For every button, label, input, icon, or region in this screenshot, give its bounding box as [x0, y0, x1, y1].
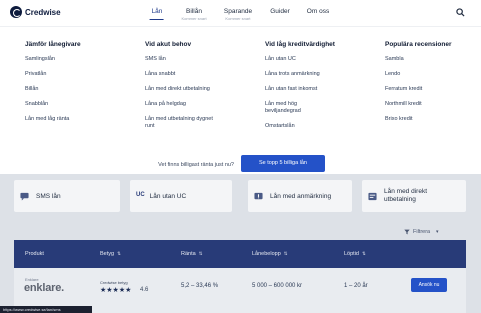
column-header-betyg[interactable]: Betyg ⇅	[100, 251, 121, 257]
rating-stars: ★★★★★	[100, 287, 132, 294]
card-lan-utan-uc[interactable]: UC Lån utan UC	[130, 180, 232, 212]
logo-mark-icon	[10, 6, 22, 18]
menu-link[interactable]: Låna på helgdag	[145, 101, 263, 108]
logo[interactable]: Credwise	[10, 6, 61, 18]
menu-link[interactable]: Sambla	[385, 56, 475, 63]
filter-icon	[404, 229, 410, 235]
chevron-down-icon[interactable]: ▾	[436, 229, 439, 235]
menu-link[interactable]: Privatlån	[25, 71, 143, 78]
column-header-lanebelopp[interactable]: Lånebelopp ⇅	[252, 251, 288, 257]
sort-icon: ⇅	[283, 251, 288, 256]
uc-icon: UC	[136, 191, 145, 198]
menu-link[interactable]: Samlingslån	[25, 56, 143, 63]
nav-item-billan-sub: Kommer snart	[181, 16, 207, 21]
status-bar-url: https://www.credwise.se/lan/sms	[0, 306, 92, 313]
alert-icon	[254, 192, 263, 199]
column-header-loptid[interactable]: Löptid ⇅	[344, 251, 366, 257]
nav-item-sparande[interactable]: Sparande Kommer snart	[224, 8, 252, 21]
menu-link[interactable]: Lån med utbetalning dygnet runt	[145, 116, 215, 130]
menu-column-recensioner: Populära recensioner Sambla Lendo Ferrat…	[385, 41, 475, 131]
nav-item-sparande-sub: Kommer snart	[225, 16, 251, 21]
interest-value: 5,2 – 33,46 %	[181, 283, 219, 289]
menu-link[interactable]: SMS lån	[145, 56, 263, 63]
card-lan-direkt-utbetalning[interactable]: Lån med direkt utbetalning	[362, 180, 466, 212]
payout-icon	[368, 192, 377, 200]
filter-label: Filtrera	[413, 229, 431, 235]
nav-item-om-oss[interactable]: Om oss	[307, 8, 329, 15]
menu-link[interactable]: Omstartslån	[265, 123, 383, 130]
menu-column-title: Populära recensioner	[385, 41, 452, 48]
menu-column-kredit: Vid låg kreditvärdighet Lån utan UC Låna…	[265, 41, 383, 138]
mega-menu: Jämför lånegivare Samlingslån Privatlån …	[0, 26, 481, 174]
card-lan-med-anmarkning[interactable]: Lån med anmärkning	[248, 180, 352, 212]
sort-icon: ⇅	[117, 251, 121, 256]
card-label: Lån med anmärkning	[270, 192, 332, 200]
filter-button[interactable]: Filtrera	[404, 229, 430, 235]
amount-value: 5 000 – 600 000 kr	[252, 283, 303, 289]
term-value: 1 – 20 år	[344, 283, 368, 289]
top5-button[interactable]: Se topp 5 billiga lån	[241, 155, 325, 172]
menu-link[interactable]: Lendo	[385, 71, 475, 78]
rating-value: 4.6	[140, 287, 149, 293]
menu-column-akut: Vid akut behov SMS lån Låna snabbt Lån m…	[145, 41, 263, 138]
sort-icon: ⇅	[198, 251, 203, 256]
menu-column-title: Vid låg kreditvärdighet	[265, 41, 335, 48]
column-header-produkt: Produkt	[25, 251, 44, 257]
menu-link[interactable]: Northmill kredit	[385, 101, 475, 108]
menu-link[interactable]: Lån med låg ränta	[25, 116, 143, 123]
menu-link[interactable]: Låna trots anmärkning	[265, 71, 383, 78]
table-header: Produkt Betyg ⇅ Ränta ⇅ Lånebelopp ⇅ Löptid…	[14, 240, 466, 268]
menu-link[interactable]: Billån	[25, 86, 143, 93]
menu-link[interactable]: Snabblån	[25, 101, 143, 108]
chat-icon	[20, 192, 29, 201]
menu-link[interactable]: Brixo kredit	[385, 116, 475, 123]
column-header-ranta[interactable]: Ränta ⇅	[181, 251, 202, 257]
menu-link[interactable]: Ferratum kredit	[385, 86, 475, 93]
card-label: SMS lån	[36, 192, 61, 200]
card-sms-lan[interactable]: SMS lån	[14, 180, 120, 212]
site-header: Credwise Lån Billån Kommer snart Sparande…	[0, 0, 481, 26]
nav-item-billan[interactable]: Billån Kommer snart	[181, 8, 206, 21]
card-label: Lån utan UC	[149, 192, 187, 200]
menu-column-title: Jämför lånegivare	[25, 41, 81, 48]
apply-button[interactable]: Ansök nu	[411, 278, 447, 292]
nav-item-guider[interactable]: Guider	[270, 8, 290, 15]
lender-logo[interactable]: enklare.	[24, 282, 64, 294]
menu-column-jamfor: Jämför lånegivare Samlingslån Privatlån …	[25, 41, 143, 131]
logo-text: Credwise	[25, 7, 61, 17]
menu-link[interactable]: Låna snabbt	[145, 71, 263, 78]
cta-text: Vet finns billigast ränta just nu?	[158, 162, 234, 168]
card-label: Lån med direkt utbetalning	[384, 188, 427, 203]
rating-label: Credwise betyg	[100, 280, 128, 285]
menu-column-title: Vid akut behov	[145, 41, 192, 48]
search-icon[interactable]	[456, 8, 465, 17]
menu-link[interactable]: Lån utan fast inkomst	[265, 86, 383, 93]
menu-link[interactable]: Lån utan UC	[265, 56, 383, 63]
nav-item-lan[interactable]: Lån	[152, 8, 163, 15]
sort-icon: ⇅	[362, 251, 366, 256]
menu-link[interactable]: Lån med direkt utbetalning	[145, 86, 263, 93]
menu-link[interactable]: Lån med hög beviljandegrad	[265, 101, 325, 115]
